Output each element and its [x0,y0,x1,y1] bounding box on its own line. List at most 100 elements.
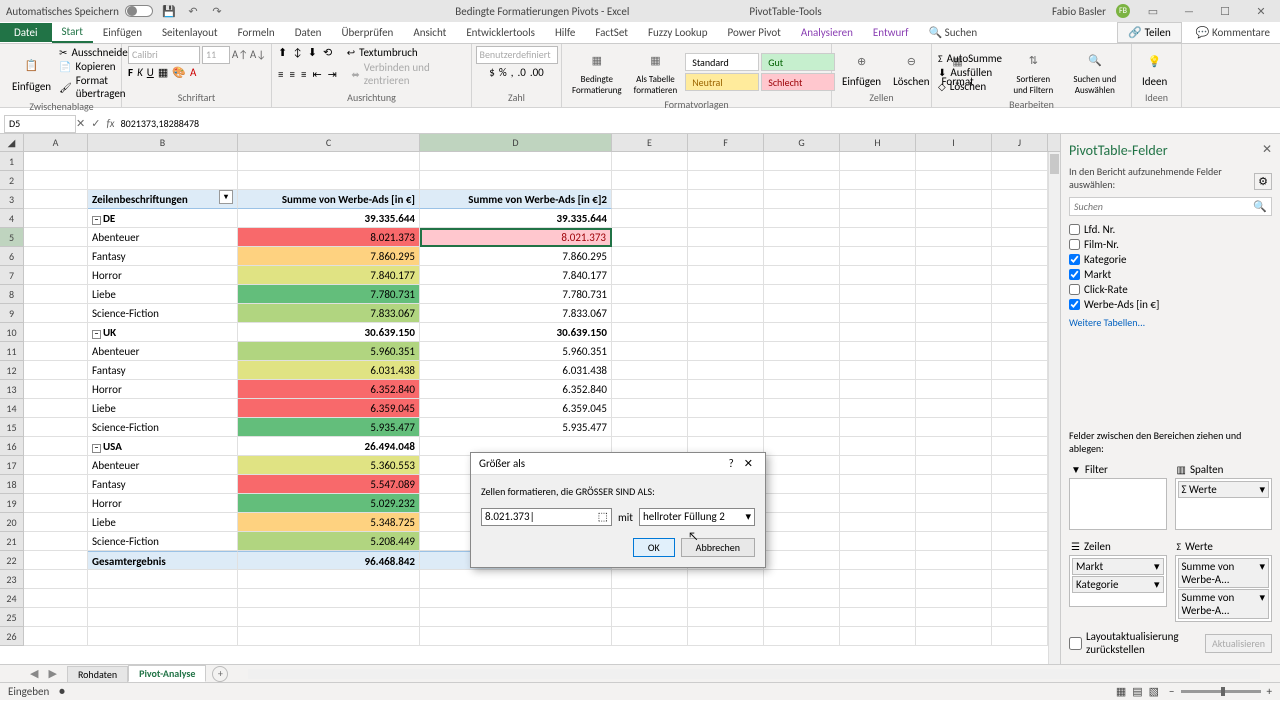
col-header[interactable]: I [916,134,992,151]
cell[interactable] [764,513,840,532]
cell[interactable] [24,209,88,228]
cell[interactable] [688,171,764,190]
pivot-value[interactable]: 7.840.177 [420,266,612,285]
cell[interactable] [612,418,688,437]
cell[interactable] [992,361,1048,380]
pivot-row-label[interactable]: Fantasy [88,361,238,380]
row-header[interactable]: 17 [0,456,24,475]
view-pagebreak-icon[interactable]: ▧ [1149,685,1159,698]
percent-icon[interactable]: % [499,66,507,79]
merge-button[interactable]: ⬌ Verbinden und zentrieren [351,61,465,87]
row-header[interactable]: 6 [0,247,24,266]
cell[interactable] [764,418,840,437]
field-checkbox[interactable] [1069,239,1080,250]
zoom-out-icon[interactable]: − [1169,685,1174,698]
indent-right-icon[interactable]: ⇥ [328,68,337,81]
delete-cells-button[interactable]: ⊖Löschen [889,47,933,90]
cell[interactable] [238,608,420,627]
area-item[interactable]: Σ Werte▾ [1178,481,1270,498]
macro-record-icon[interactable]: ⏺ [59,685,65,699]
tab-hilfe[interactable]: Hilfe [545,23,585,42]
cell[interactable] [88,627,238,646]
pivot-group[interactable]: −DE [88,209,238,228]
cell[interactable] [840,342,916,361]
accept-edit-icon[interactable]: ✓ [91,117,100,130]
cell[interactable] [238,570,420,589]
pivot-value[interactable]: 8.021.373 [420,228,612,247]
row-header[interactable]: 9 [0,304,24,323]
cell[interactable] [840,152,916,171]
cell[interactable] [840,456,916,475]
tab-formeln[interactable]: Formeln [228,23,285,42]
pivot-row-label[interactable]: Liebe [88,513,238,532]
maximize-icon[interactable]: ☐ [1212,2,1238,20]
pivot-value[interactable]: 5.208.449 [238,532,420,551]
cell[interactable] [612,323,688,342]
cell[interactable] [840,418,916,437]
field-checkbox[interactable] [1069,299,1080,310]
more-tables-link[interactable]: Weitere Tabellen... [1069,316,1272,329]
cell[interactable] [992,456,1048,475]
style-neutral[interactable]: Neutral [685,73,759,91]
cell[interactable] [764,228,840,247]
dialog-ok-button[interactable]: OK [633,538,675,557]
cell[interactable] [992,190,1048,209]
pivot-value[interactable]: 6.031.438 [420,361,612,380]
cell[interactable] [612,589,688,608]
cell[interactable] [764,285,840,304]
cell[interactable] [24,570,88,589]
fx-icon[interactable]: fx [106,117,114,130]
italic-button[interactable]: K [137,66,143,79]
ideas-button[interactable]: 💡Ideen [1138,47,1171,90]
field-checkbox[interactable] [1069,254,1080,265]
cell[interactable] [916,323,992,342]
pivot-row-label[interactable]: Liebe [88,399,238,418]
row-header[interactable]: 19 [0,494,24,513]
area-filter-box[interactable] [1069,478,1167,530]
cell[interactable] [764,190,840,209]
pivot-value[interactable]: 6.352.840 [238,380,420,399]
cell[interactable] [992,247,1048,266]
cell[interactable] [992,608,1048,627]
dialog-close-icon[interactable]: ✕ [740,457,757,470]
col-header[interactable]: H [840,134,916,151]
cell[interactable] [24,152,88,171]
tab-start[interactable]: Start [52,22,93,43]
row-header[interactable]: 14 [0,399,24,418]
pivot-grand-total[interactable]: 96.468.842 [238,551,420,570]
cell[interactable] [916,209,992,228]
underline-button[interactable]: U [147,66,154,79]
cell[interactable] [916,589,992,608]
row-header[interactable]: 2 [0,171,24,190]
cell[interactable] [24,627,88,646]
find-select-button[interactable]: 🔍Suchen und Auswählen [1065,46,1125,98]
cell[interactable] [840,399,916,418]
cell[interactable] [764,323,840,342]
cell[interactable] [24,361,88,380]
cell[interactable] [24,304,88,323]
row-header[interactable]: 26 [0,627,24,646]
cell[interactable] [992,513,1048,532]
sheet-tab[interactable]: Pivot-Analyse [128,665,206,682]
undo-icon[interactable]: ↶ [185,3,201,19]
cell[interactable] [764,266,840,285]
cell[interactable] [612,247,688,266]
row-header[interactable]: 7 [0,266,24,285]
cell[interactable] [840,570,916,589]
cell[interactable] [992,627,1048,646]
cell[interactable] [764,456,840,475]
pivot-value[interactable]: 5.960.351 [238,342,420,361]
pivot-value[interactable]: 7.840.177 [238,266,420,285]
tab-fuzzy[interactable]: Fuzzy Lookup [638,23,718,42]
pivot-value[interactable]: 7.833.067 [238,304,420,323]
cell[interactable] [916,171,992,190]
row-header[interactable]: 15 [0,418,24,437]
cell[interactable] [764,152,840,171]
cell[interactable] [916,608,992,627]
cell[interactable] [916,570,992,589]
cell[interactable] [420,627,612,646]
tab-entwickler[interactable]: Entwicklertools [456,23,545,42]
cell[interactable] [24,608,88,627]
cell[interactable] [840,380,916,399]
cancel-edit-icon[interactable]: ✕ [76,117,85,130]
